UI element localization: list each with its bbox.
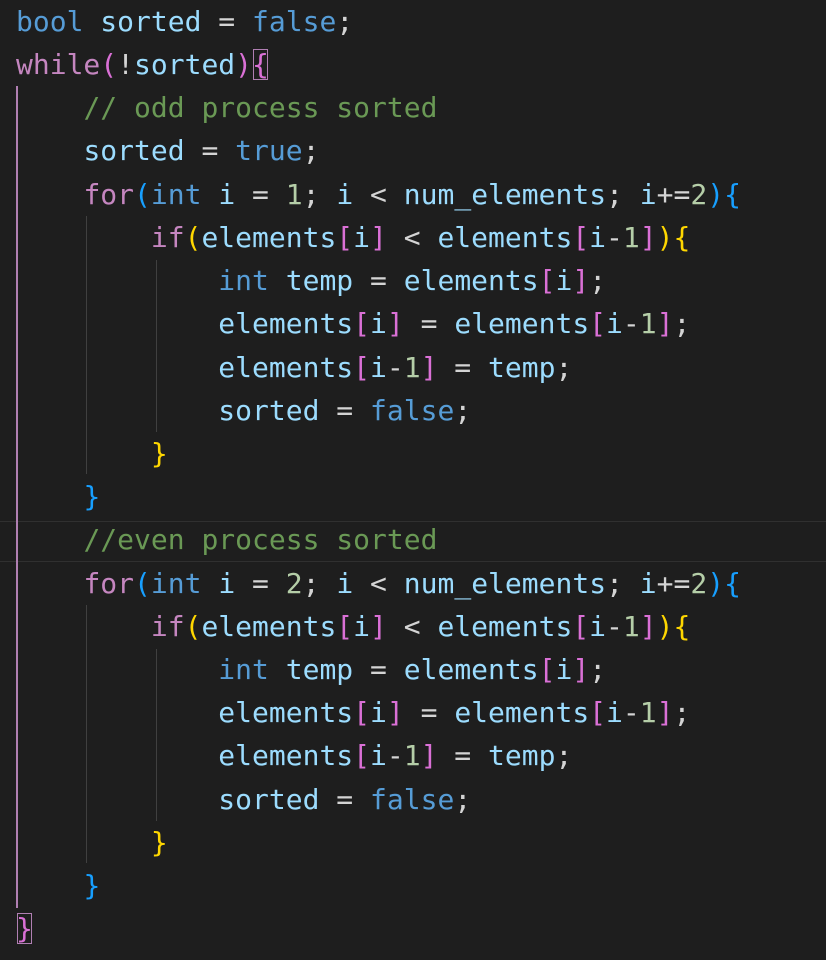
identifier-token: i: [639, 567, 657, 600]
identifier-token: temp: [285, 653, 354, 686]
comment-token: //even process sorted: [83, 523, 438, 556]
matched-bracket: }: [16, 912, 33, 945]
literal-token: false: [370, 394, 455, 427]
identifier-token: i: [606, 696, 623, 729]
code-line-18[interactable]: elements[i-1] = temp;: [16, 734, 572, 777]
literal-token: false: [252, 5, 337, 38]
number-token: 2: [690, 178, 708, 211]
code-line-4[interactable]: sorted = true;: [16, 129, 319, 172]
identifier-token: num_elements: [403, 178, 607, 211]
code-line-14[interactable]: for(int i = 2; i < num_elements; i+=2){: [16, 562, 741, 605]
code-line-7[interactable]: int temp = elements[i];: [16, 259, 606, 302]
literal-token: true: [235, 134, 303, 167]
identifier-token: elements: [403, 653, 539, 686]
number-token: 2: [285, 567, 303, 600]
keyword-token: if: [150, 610, 185, 643]
code-editor[interactable]: bool sorted = false; while(!sorted){ // …: [0, 0, 826, 960]
number-token: 1: [622, 610, 640, 643]
keyword-token: bool: [16, 5, 84, 38]
code-line-17[interactable]: elements[i] = elements[i-1];: [16, 691, 690, 734]
code-line-8[interactable]: elements[i] = elements[i-1];: [16, 302, 690, 345]
identifier-token: elements: [437, 221, 573, 254]
identifier-token: i: [218, 178, 236, 211]
number-token: 1: [403, 739, 421, 772]
code-line-10[interactable]: sorted = false;: [16, 389, 471, 432]
matched-bracket: {: [252, 48, 269, 81]
identifier-token: elements: [218, 739, 354, 772]
code-line-15[interactable]: if(elements[i] < elements[i-1]){: [16, 605, 690, 648]
identifier-token: temp: [285, 264, 354, 297]
identifier-token: i: [336, 567, 354, 600]
identifier-token: i: [370, 739, 387, 772]
code-line-21[interactable]: }: [16, 864, 100, 907]
comment-token: // odd process sorted: [83, 91, 438, 124]
identifier-token: i: [589, 221, 607, 254]
identifier-token: sorted: [83, 134, 185, 167]
number-token: 1: [639, 696, 657, 729]
identifier-token: i: [370, 696, 387, 729]
number-token: 2: [690, 567, 708, 600]
code-line-16[interactable]: int temp = elements[i];: [16, 648, 606, 691]
identifier-token: temp: [488, 739, 556, 772]
code-line-12[interactable]: }: [16, 475, 100, 518]
identifier-token: elements: [454, 696, 590, 729]
identifier-token: i: [370, 351, 387, 384]
identifier-token: elements: [454, 307, 590, 340]
number-token: 1: [285, 178, 303, 211]
number-token: 1: [622, 221, 640, 254]
identifier-token: elements: [403, 264, 539, 297]
code-line-1[interactable]: bool sorted = false;: [16, 0, 353, 43]
keyword-token: int: [150, 178, 202, 211]
identifier-token: sorted: [100, 5, 202, 38]
keyword-token: int: [150, 567, 202, 600]
code-line-13[interactable]: //even process sorted: [16, 518, 437, 561]
identifier-token: elements: [437, 610, 573, 643]
code-line-20[interactable]: }: [16, 821, 168, 864]
keyword-token: while: [16, 48, 101, 81]
identifier-token: elements: [201, 610, 337, 643]
number-token: 1: [639, 307, 657, 340]
identifier-token: i: [555, 653, 573, 686]
code-line-5[interactable]: for(int i = 1; i < num_elements; i+=2){: [16, 173, 741, 216]
keyword-token: int: [218, 264, 269, 297]
code-line-3[interactable]: // odd process sorted: [16, 86, 437, 129]
identifier-token: i: [218, 567, 236, 600]
code-line-22[interactable]: }: [16, 907, 33, 950]
identifier-token: i: [589, 610, 607, 643]
number-token: 1: [403, 351, 421, 384]
identifier-token: temp: [488, 351, 556, 384]
code-line-19[interactable]: sorted = false;: [16, 778, 471, 821]
code-line-9[interactable]: elements[i-1] = temp;: [16, 346, 572, 389]
identifier-token: i: [639, 178, 657, 211]
identifier-token: i: [370, 307, 387, 340]
identifier-token: i: [353, 221, 371, 254]
keyword-token: for: [83, 178, 135, 211]
identifier-token: elements: [218, 307, 354, 340]
identifier-token: i: [606, 307, 623, 340]
code-line-2[interactable]: while(!sorted){: [16, 43, 269, 86]
identifier-token: elements: [218, 351, 354, 384]
identifier-token: sorted: [218, 394, 320, 427]
identifier-token: i: [353, 610, 371, 643]
identifier-token: elements: [218, 696, 354, 729]
identifier-token: sorted: [134, 48, 236, 81]
keyword-token: if: [150, 221, 185, 254]
code-line-11[interactable]: }: [16, 432, 168, 475]
identifier-token: i: [555, 264, 573, 297]
keyword-token: for: [83, 567, 135, 600]
literal-token: false: [370, 783, 455, 816]
identifier-token: num_elements: [403, 567, 607, 600]
identifier-token: i: [336, 178, 354, 211]
identifier-token: elements: [201, 221, 337, 254]
code-line-6[interactable]: if(elements[i] < elements[i-1]){: [16, 216, 690, 259]
keyword-token: int: [218, 653, 269, 686]
identifier-token: sorted: [218, 783, 320, 816]
